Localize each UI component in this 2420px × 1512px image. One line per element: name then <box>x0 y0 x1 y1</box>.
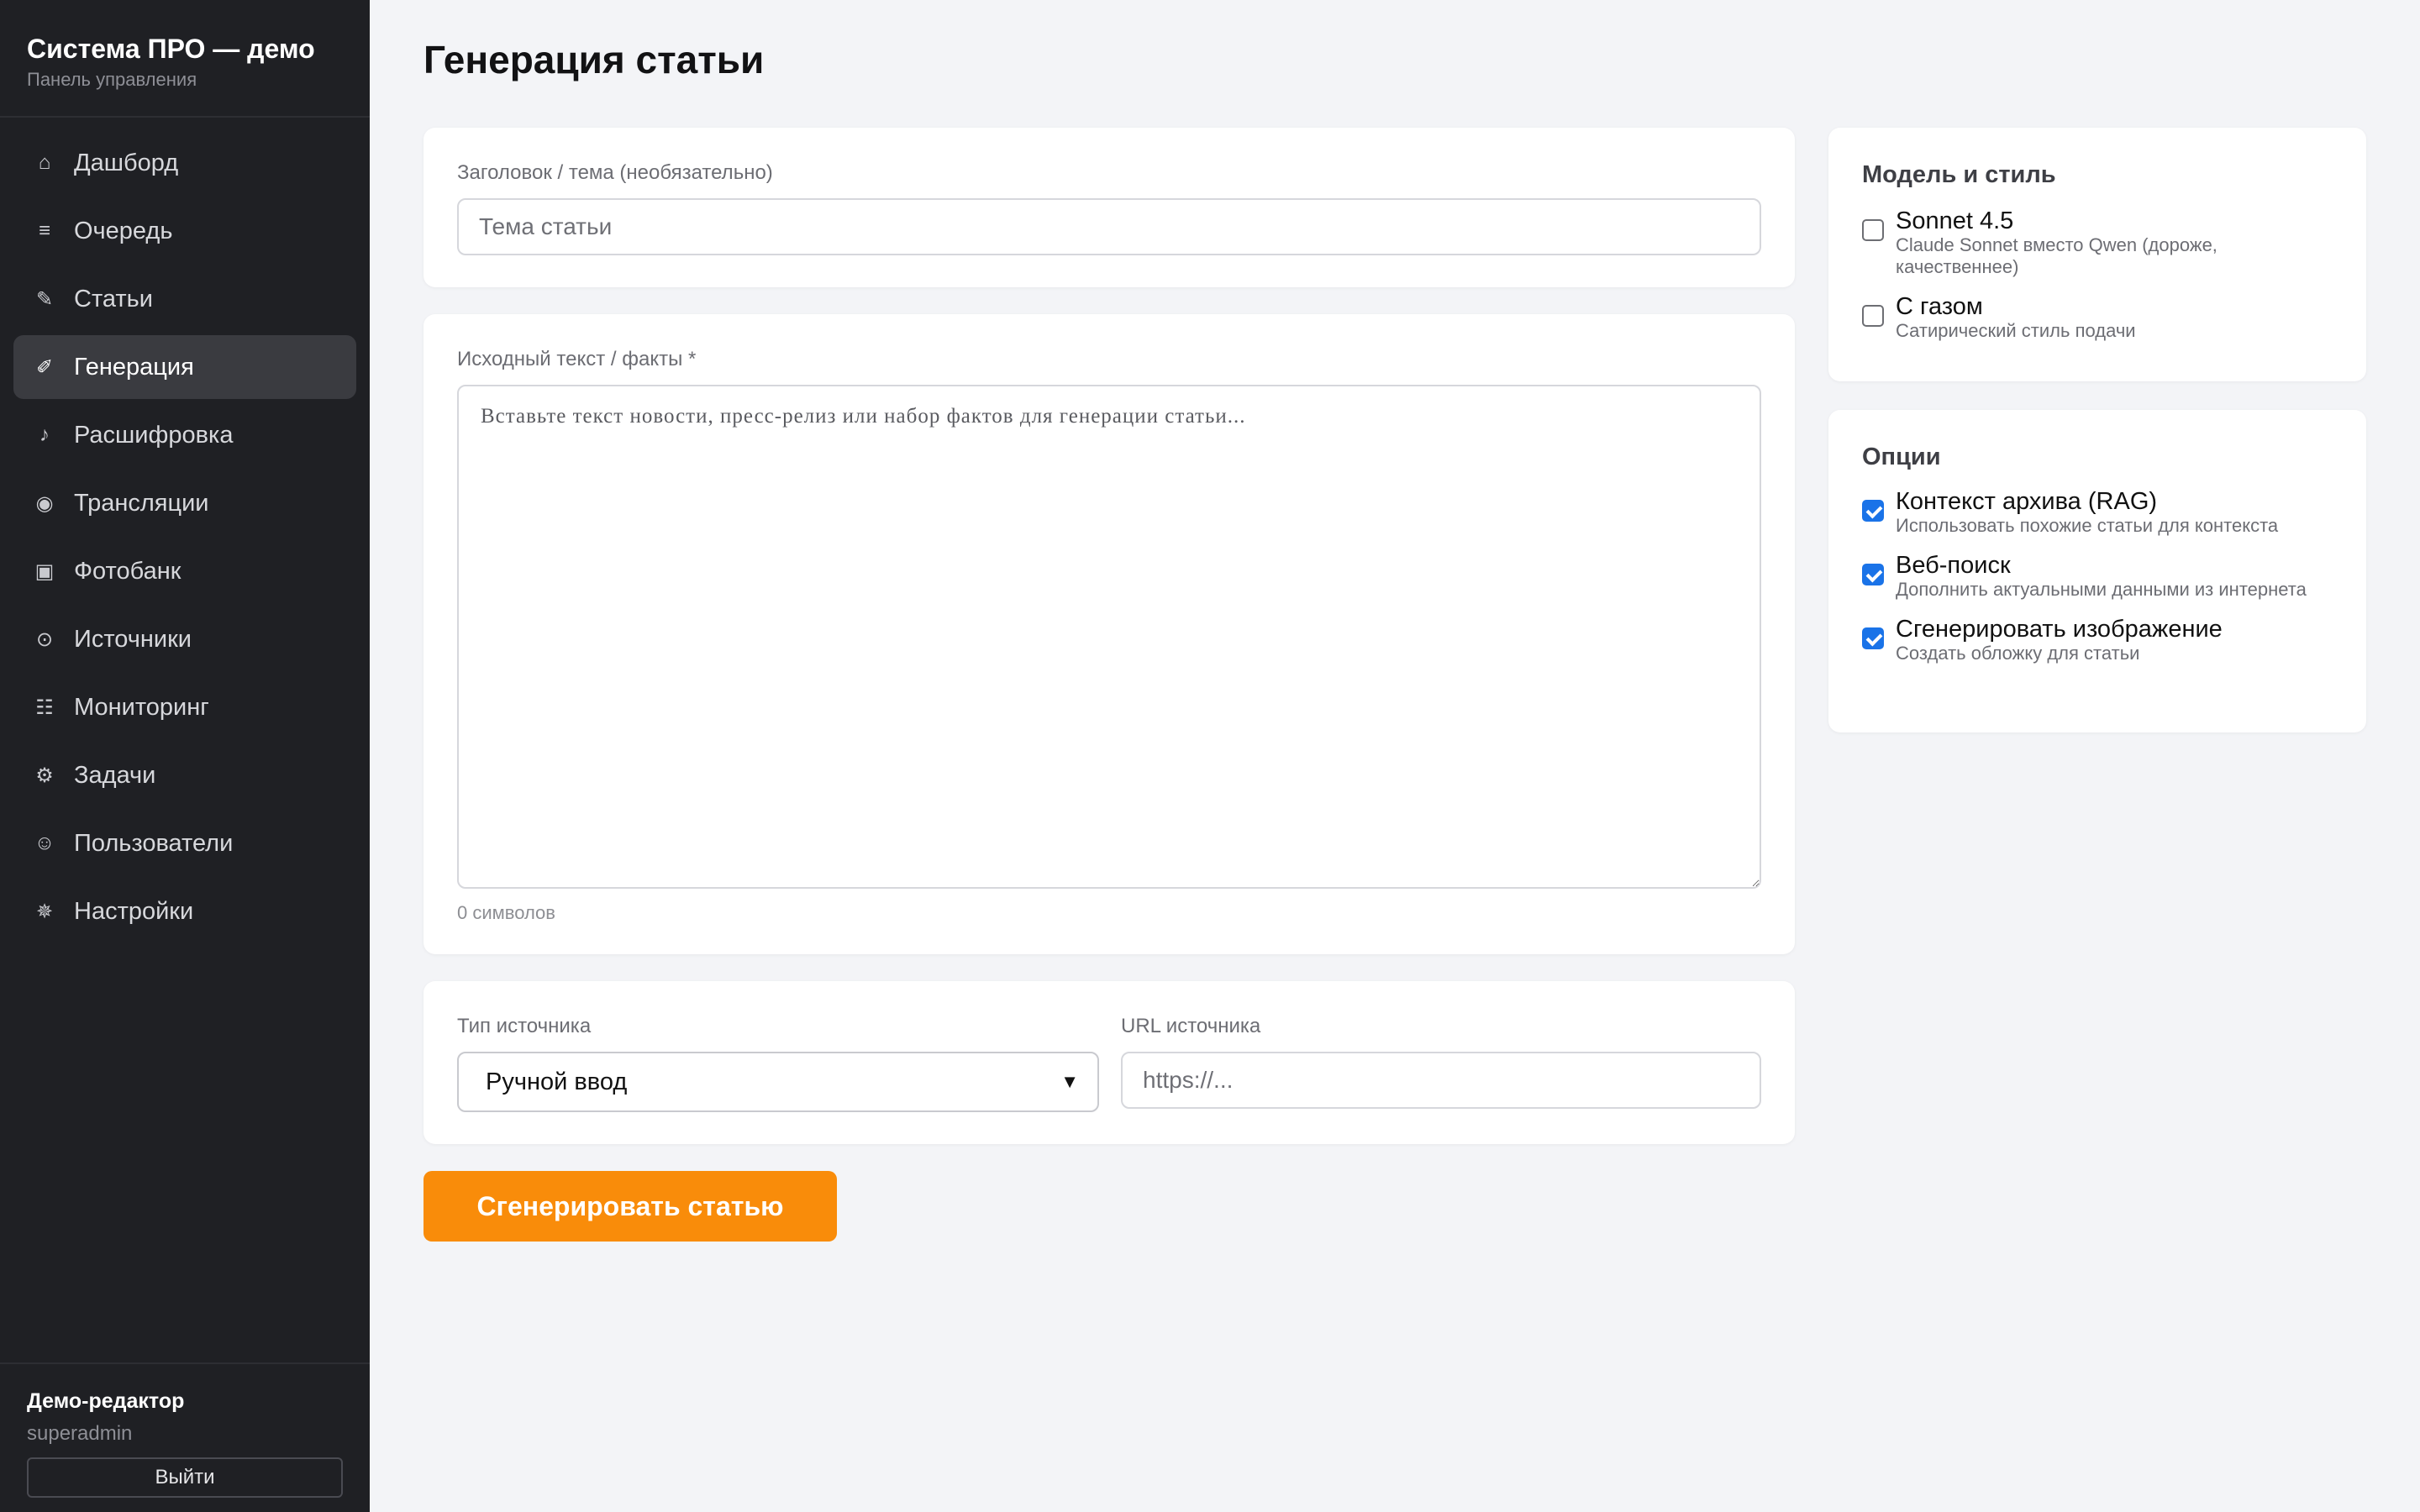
sidebar-item-label: Статьи <box>74 285 153 312</box>
sidebar-item-articles[interactable]: ✎ Статьи <box>13 267 356 331</box>
sidebar-item-monitoring[interactable]: ☷ Мониторинг <box>13 675 356 739</box>
pencil-icon: ✎ <box>35 287 54 311</box>
topic-card: Заголовок / тема (необязательно) <box>424 128 1795 287</box>
sidebar-item-broadcasts[interactable]: ◉ Трансляции <box>13 471 356 535</box>
sidebar-item-label: Генерация <box>74 353 194 381</box>
generate-article-button[interactable]: Сгенерировать статью <box>424 1171 837 1242</box>
option-sonnet: Sonnet 4.5 Claude Sonnet вместо Qwen (до… <box>1862 207 2333 278</box>
sidebar-item-users[interactable]: ☺ Пользователи <box>13 811 356 875</box>
user-login: superadmin <box>27 1422 133 1445</box>
rag-checkbox[interactable] <box>1862 500 1884 522</box>
sidebar-item-photobank[interactable]: ▣ Фотобанк <box>13 539 356 603</box>
chevron-down-icon: ▼ <box>1060 1071 1079 1092</box>
sidebar-item-generation[interactable]: ✐ Генерация <box>13 335 356 399</box>
user-panel: Демо-редактор superadmin Выйти <box>0 1362 370 1512</box>
source-text-card: Исходный текст / факты * 0 символов <box>424 314 1795 954</box>
sidebar-item-label: Пользователи <box>74 829 234 857</box>
sidebar-item-label: Расшифровка <box>74 421 234 449</box>
smiley-icon: ☺ <box>34 832 55 854</box>
page-title: Генерация статьи <box>424 38 765 81</box>
sidebar-item-label: Трансляции <box>74 489 209 517</box>
model-style-panel: Модель и стиль Sonnet 4.5 Claude Sonnet … <box>1828 128 2366 381</box>
sidebar-item-label: Очередь <box>74 217 173 244</box>
web-search-checkbox[interactable] <box>1862 564 1884 585</box>
option-title: Веб-поиск <box>1896 552 2011 579</box>
cog-icon: ✵ <box>35 900 54 923</box>
option-title: Сгенерировать изображение <box>1896 616 2223 643</box>
source-type-label: Тип источника <box>457 1015 592 1037</box>
source-url-label: URL источника <box>1121 1015 1261 1037</box>
generate-image-checkbox[interactable] <box>1862 627 1884 649</box>
sidebar-item-label: Задачи <box>74 761 156 789</box>
grid-list-icon: ☷ <box>35 696 54 719</box>
gear-icon: ⚙ <box>35 764 54 787</box>
brand-subtitle: Панель управления <box>27 69 197 90</box>
option-title: Контекст архива (RAG) <box>1896 488 2158 515</box>
sidebar-nav: ⌂ Дашборд ≡ Очередь ✎ Статьи ✐ Генерация… <box>0 118 370 943</box>
model-style-title: Модель и стиль <box>1862 161 2056 188</box>
option-title: С газом <box>1896 293 1983 320</box>
sidebar-item-queue[interactable]: ≡ Очередь <box>13 199 356 263</box>
char-count: 0 символов <box>457 902 555 923</box>
sonnet-checkbox[interactable] <box>1862 219 1884 241</box>
source-type-select[interactable]: Ручной ввод ▼ <box>457 1052 1099 1112</box>
option-satire: С газом Сатирический стиль подачи <box>1862 293 2333 342</box>
topic-input[interactable] <box>457 198 1761 255</box>
source-url-input[interactable] <box>1121 1052 1761 1109</box>
satire-checkbox[interactable] <box>1862 305 1884 327</box>
source-card: Тип источника Ручной ввод ▼ URL источник… <box>424 981 1795 1144</box>
option-rag: Контекст архива (RAG) Использовать похож… <box>1862 488 2333 537</box>
sidebar-item-label: Мониторинг <box>74 693 209 721</box>
brand: Система ПРО — демо Панель управления <box>0 0 370 118</box>
home-icon: ⌂ <box>38 151 51 174</box>
topic-label: Заголовок / тема (необязательно) <box>457 161 773 184</box>
sidebar-item-dashboard[interactable]: ⌂ Дашборд <box>13 131 356 195</box>
sidebar-item-tasks[interactable]: ⚙ Задачи <box>13 743 356 807</box>
sidebar-item-label: Дашборд <box>74 149 179 176</box>
source-type-value: Ручной ввод <box>486 1068 628 1095</box>
sidebar-item-label: Настройки <box>74 897 194 925</box>
option-description: Claude Sonnet вместо Qwen (дороже, качес… <box>1896 234 2217 277</box>
sidebar-item-sources[interactable]: ⊙ Источники <box>13 607 356 671</box>
source-text-textarea[interactable] <box>457 385 1761 889</box>
options-title: Опции <box>1862 444 1941 470</box>
record-icon: ◉ <box>35 491 54 515</box>
sidebar-item-label: Фотобанк <box>74 557 182 585</box>
quill-icon: ✐ <box>35 355 54 379</box>
image-icon: ▣ <box>34 559 55 583</box>
option-description: Дополнить актуальными данными из интерне… <box>1896 579 2307 600</box>
sidebar: Система ПРО — демо Панель управления ⌂ Д… <box>0 0 370 1512</box>
source-text-label: Исходный текст / факты * <box>457 348 697 370</box>
logout-button[interactable]: Выйти <box>27 1457 343 1498</box>
sidebar-item-settings[interactable]: ✵ Настройки <box>13 879 356 943</box>
sidebar-item-label: Источники <box>74 625 192 653</box>
option-description: Сатирический стиль подачи <box>1896 320 2136 341</box>
music-note-icon: ♪ <box>39 423 50 446</box>
option-title: Sonnet 4.5 <box>1896 207 2014 234</box>
option-description: Создать обложку для статьи <box>1896 643 2140 664</box>
options-panel: Опции Контекст архива (RAG) Использовать… <box>1828 410 2366 732</box>
target-icon: ⊙ <box>35 627 54 651</box>
option-generate-image: Сгенерировать изображение Создать обложк… <box>1862 616 2333 664</box>
sidebar-item-transcription[interactable]: ♪ Расшифровка <box>13 403 356 467</box>
option-web-search: Веб-поиск Дополнить актуальными данными … <box>1862 552 2333 601</box>
list-icon: ≡ <box>38 219 50 242</box>
option-description: Использовать похожие статьи для контекст… <box>1896 515 2279 536</box>
user-name: Демо-редактор <box>27 1389 185 1413</box>
brand-title: Система ПРО — демо <box>27 34 315 64</box>
